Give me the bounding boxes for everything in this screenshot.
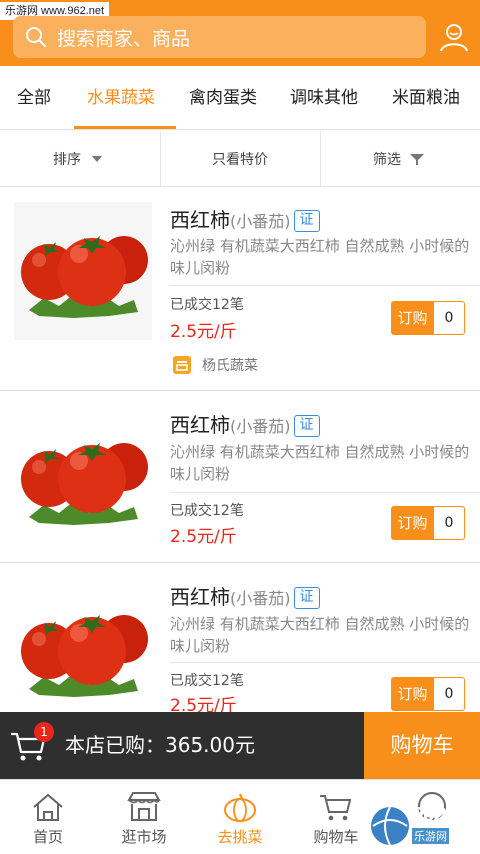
sales-count: 已成交12笔 [170, 673, 244, 689]
sort-label: 排序 [53, 152, 81, 168]
certified-badge: 证 [293, 210, 320, 232]
cart-total: 本店已购：365.00元 [65, 733, 255, 757]
tab-seasoning-other[interactable]: 调味其他 [290, 66, 358, 130]
globe-logo-icon [371, 806, 409, 846]
filter-bar: 排序 只看特价 筛选 [0, 131, 480, 187]
product-card[interactable]: 西红柿(小番茄) 证 沁州绿 有机蔬菜大西红柿 自然成熟 小时候的味儿闵粉 已成交… [0, 188, 480, 391]
market-icon [127, 792, 161, 821]
sort-button[interactable]: 排序 [0, 131, 160, 187]
special-only-label: 只看特价 [212, 152, 268, 168]
filter-label: 筛选 [373, 152, 401, 168]
certified-badge: 证 [293, 415, 320, 437]
product-description: 沁州绿 有机蔬菜大西红柿 自然成熟 小时候的味儿闵粉 [170, 237, 470, 277]
tab-poultry-meat-eggs[interactable]: 禽肉蛋类 [189, 66, 257, 130]
cart-count-badge: 1 [34, 722, 54, 742]
nav-market-label: 逛市场 [121, 828, 167, 846]
nav-home-label: 首页 [32, 828, 63, 846]
product-divider [170, 492, 480, 493]
tomato-image [14, 202, 152, 340]
order-quantity[interactable]: 0 [434, 506, 465, 540]
search-bar[interactable]: 搜索商家、商品 [13, 16, 426, 58]
order-quantity[interactable]: 0 [434, 301, 465, 335]
user-icon[interactable] [437, 20, 471, 54]
sales-count: 已成交12笔 [170, 297, 244, 313]
product-card[interactable]: 西红柿(小番茄) 证 沁州绿 有机蔬菜大西红柿 自然成熟 小时候的味儿闵粉 已成交… [0, 563, 480, 719]
cart-button[interactable]: 购物车 [364, 712, 480, 779]
shop-link[interactable]: 杨氏蔬菜 [172, 355, 258, 375]
shop-icon [173, 356, 191, 374]
product-price: 2.5元/斤 [170, 527, 237, 547]
shop-name: 杨氏蔬菜 [202, 358, 258, 374]
certified-badge: 证 [293, 587, 320, 609]
product-description: 沁州绿 有机蔬菜大西红柿 自然成熟 小时候的味儿闵粉 [170, 615, 470, 655]
nav-pick-vegetables[interactable]: 去挑菜 [192, 780, 288, 854]
order-button[interactable]: 订购 [391, 506, 434, 540]
product-name: 西红柿 [170, 413, 230, 437]
product-title[interactable]: 西红柿(小番茄) 证 [170, 409, 320, 438]
order-control: 订购 0 [391, 677, 465, 711]
brand-watermark: 962.NET 乐游网 [368, 800, 480, 853]
special-only-button[interactable]: 只看特价 [160, 131, 320, 187]
product-subname: (小番茄) [230, 212, 291, 231]
nav-pick-label: 去挑菜 [217, 828, 263, 846]
order-control: 订购 0 [391, 506, 465, 540]
product-subname: (小番茄) [230, 417, 291, 436]
top-bar: 乐游网 www.962.net 搜索商家、商品 [0, 0, 480, 66]
tomato-image [14, 581, 152, 719]
product-name: 西红柿 [170, 585, 230, 609]
tab-rice-flour-oil[interactable]: 米面粮油 [392, 66, 460, 130]
funnel-icon [410, 154, 424, 165]
home-icon [33, 793, 63, 821]
order-quantity[interactable]: 0 [434, 677, 465, 711]
search-placeholder: 搜索商家、商品 [57, 27, 191, 50]
product-title[interactable]: 西红柿(小番茄) 证 [170, 204, 320, 233]
product-title[interactable]: 西红柿(小番茄) 证 [170, 581, 320, 610]
product-divider [170, 285, 480, 286]
tab-all[interactable]: 全部 [17, 66, 51, 130]
tab-fruit-vegetables[interactable]: 水果蔬菜 [87, 66, 155, 130]
product-card[interactable]: 西红柿(小番茄) 证 沁州绿 有机蔬菜大西红柿 自然成熟 小时候的味儿闵粉 已成交… [0, 391, 480, 563]
cart-bar: 1 本店已购：365.00元 购物车 [0, 712, 480, 779]
product-divider [170, 662, 480, 663]
order-button[interactable]: 订购 [391, 301, 434, 335]
category-tabs: 全部 水果蔬菜 禽肉蛋类 调味其他 米面粮油 [0, 66, 480, 130]
cart-icon [320, 795, 352, 821]
filter-button[interactable]: 筛选 [320, 131, 480, 187]
product-description: 沁州绿 有机蔬菜大西红柿 自然成熟 小时候的味儿闵粉 [170, 443, 470, 483]
brand-subtext: 乐游网 [412, 828, 449, 844]
nav-market[interactable]: 逛市场 [96, 780, 192, 854]
active-tab-indicator [74, 126, 176, 129]
pumpkin-icon [224, 793, 256, 822]
order-button[interactable]: 订购 [391, 677, 434, 711]
nav-home[interactable]: 首页 [0, 780, 96, 854]
brand-text: 962.NET [412, 804, 480, 826]
search-icon [26, 27, 47, 48]
order-control: 订购 0 [391, 301, 465, 335]
caret-down-icon [92, 156, 102, 162]
product-name: 西红柿 [170, 208, 230, 232]
tomato-image [14, 409, 152, 547]
product-price: 2.5元/斤 [170, 322, 237, 342]
sales-count: 已成交12笔 [170, 503, 244, 519]
product-subname: (小番茄) [230, 589, 291, 608]
